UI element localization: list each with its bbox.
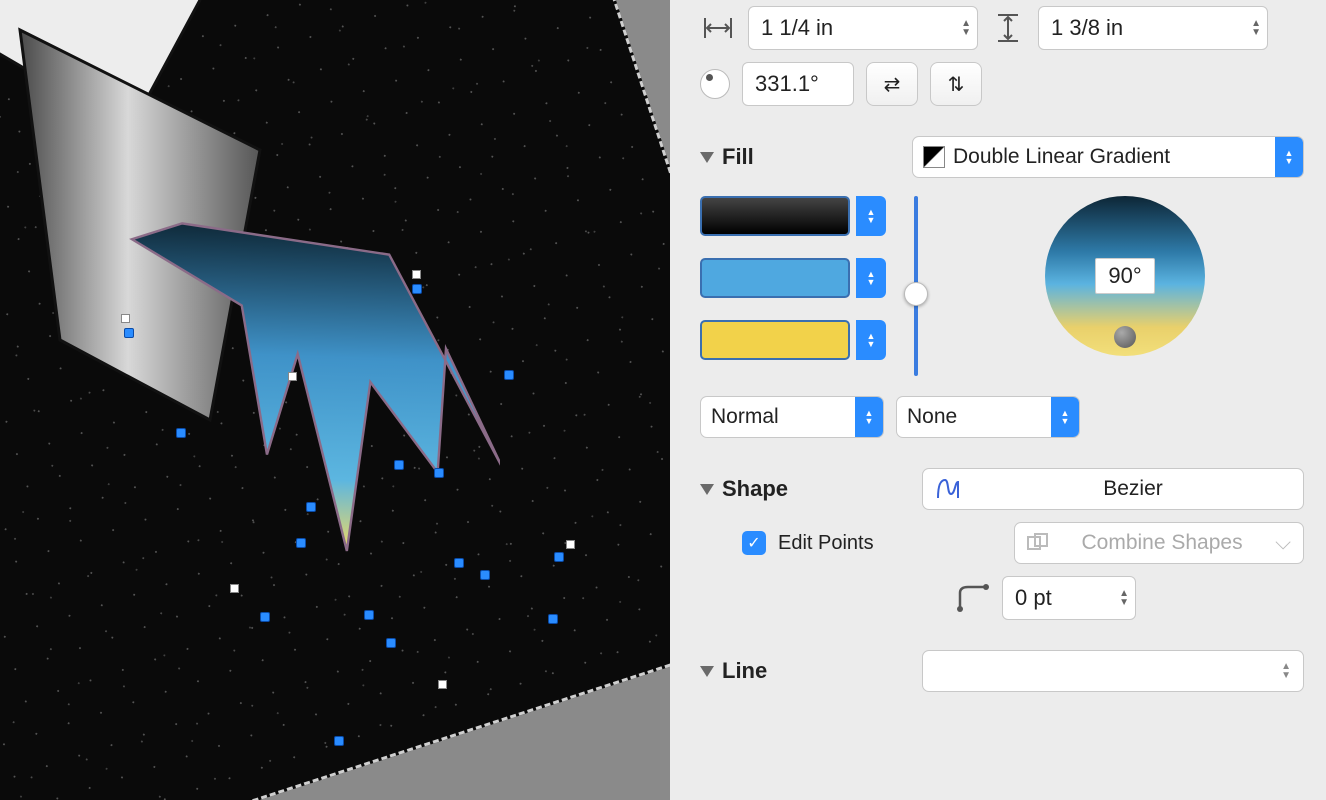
gradient-angle-handle[interactable] xyxy=(1114,326,1136,348)
blend-mode-combo[interactable]: Normal ▲▼ xyxy=(700,396,884,438)
width-value: 1 1/4 in xyxy=(761,15,955,41)
width-field[interactable]: 1 1/4 in ▲▼ xyxy=(748,6,978,50)
combo-arrows-icon: ▲▼ xyxy=(855,397,883,437)
selection-handle[interactable] xyxy=(412,270,421,279)
height-value: 1 3/8 in xyxy=(1051,15,1245,41)
height-icon xyxy=(990,10,1026,46)
gradient-color-2[interactable] xyxy=(700,258,850,298)
gradient-angle-value[interactable]: 90° xyxy=(1095,258,1154,294)
combine-shapes-label: Combine Shapes xyxy=(1063,531,1261,555)
disclosure-triangle-icon[interactable] xyxy=(700,484,714,495)
rocket-body xyxy=(20,30,260,420)
shape-section-label: Shape xyxy=(722,476,788,502)
gradient-midpoint-slider[interactable] xyxy=(914,196,918,376)
corner-radius-stepper[interactable]: ▲▼ xyxy=(1119,589,1129,607)
corner-radius-field[interactable]: 0 pt ▲▼ xyxy=(1002,576,1136,620)
gradient-color-3[interactable] xyxy=(700,320,850,360)
height-stepper[interactable]: ▲▼ xyxy=(1251,19,1261,37)
color-picker-button[interactable]: ▲▼ xyxy=(856,196,886,236)
flip-vertical-button[interactable]: ⇅ xyxy=(930,62,982,106)
selection-handle[interactable] xyxy=(121,314,130,323)
combine-icon xyxy=(1027,533,1049,553)
line-stepper[interactable]: ▲▼ xyxy=(1281,662,1291,680)
disclosure-triangle-icon[interactable] xyxy=(700,666,714,677)
shape-type-combo[interactable]: Bezier xyxy=(922,468,1304,510)
width-icon xyxy=(700,10,736,46)
shape-type-value: Bezier xyxy=(975,477,1291,501)
rocket-drawing[interactable] xyxy=(0,0,500,760)
blend-mode-value: Normal xyxy=(711,405,855,429)
height-field[interactable]: 1 3/8 in ▲▼ xyxy=(1038,6,1268,50)
line-style-combo[interactable]: ▲▼ xyxy=(922,650,1304,692)
color-picker-button[interactable]: ▲▼ xyxy=(856,320,886,360)
line-section-label: Line xyxy=(722,658,767,684)
gradient-color-1[interactable] xyxy=(700,196,850,236)
bezier-icon xyxy=(935,478,961,500)
corner-radius-icon xyxy=(956,583,990,613)
selection-handle[interactable] xyxy=(438,680,447,689)
inspector-panel: 1 1/4 in ▲▼ 1 3/8 in ▲▼ 331.1° ⇄ ⇅ Fill … xyxy=(670,0,1326,800)
color-picker-button[interactable]: ▲▼ xyxy=(856,258,886,298)
fill-effect-value: None xyxy=(907,405,1051,429)
fill-effect-combo[interactable]: None ▲▼ xyxy=(896,396,1080,438)
combo-arrows-icon: ▲▼ xyxy=(1275,137,1303,177)
selection-handle[interactable] xyxy=(288,372,297,381)
edit-points-label: Edit Points xyxy=(778,532,874,555)
disclosure-triangle-icon[interactable] xyxy=(700,152,714,163)
rotation-value: 331.1° xyxy=(755,71,847,97)
edit-points-checkbox[interactable]: ✓ xyxy=(742,531,766,555)
width-stepper[interactable]: ▲▼ xyxy=(961,19,971,37)
slider-knob[interactable] xyxy=(904,282,928,306)
gradient-swatch-icon xyxy=(923,146,945,168)
flip-horizontal-button[interactable]: ⇄ xyxy=(866,62,918,106)
canvas[interactable] xyxy=(0,0,670,800)
rotation-field[interactable]: 331.1° xyxy=(742,62,854,106)
combine-shapes-combo[interactable]: Combine Shapes ⌵ xyxy=(1014,522,1304,564)
fill-section-label: Fill xyxy=(722,144,754,170)
fill-type-value: Double Linear Gradient xyxy=(953,145,1275,169)
fill-type-combo[interactable]: Double Linear Gradient ▲▼ xyxy=(912,136,1304,178)
combo-arrows-icon: ▲▼ xyxy=(1051,397,1079,437)
gradient-angle-control[interactable]: 90° xyxy=(1045,196,1205,356)
selection-handle[interactable] xyxy=(230,584,239,593)
rotation-indicator-icon[interactable] xyxy=(700,69,730,99)
selection-handle[interactable] xyxy=(566,540,575,549)
corner-radius-value: 0 pt xyxy=(1015,585,1113,611)
